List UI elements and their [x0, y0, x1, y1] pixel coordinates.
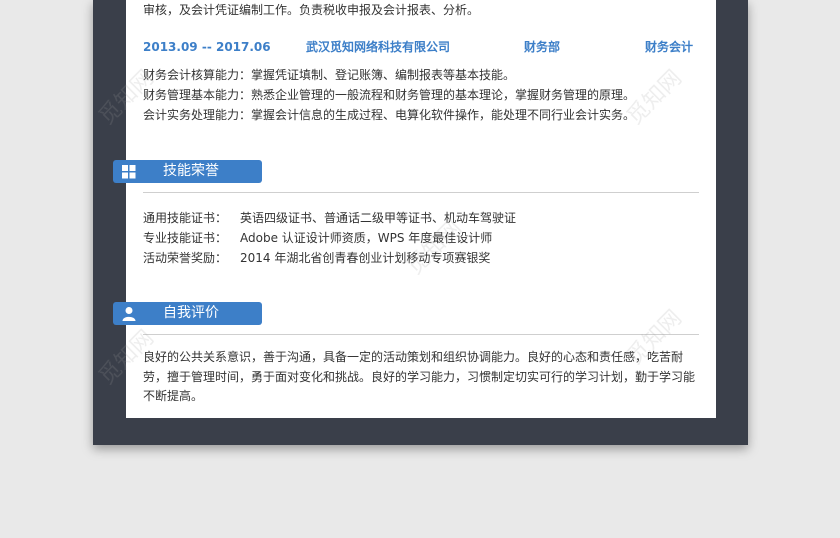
skill-label: 通用技能证书： [143, 211, 228, 225]
job-duty-line: 会计实务处理能力：掌握会计信息的生成过程、电算化软件操作，能处理不同行业会计实务… [143, 108, 636, 122]
job-duty-line: 财务管理基本能力：熟悉企业管理的一般流程和财务管理的基本理论，掌握财务管理的原理… [143, 88, 636, 102]
skill-value: 2014 年湖北省创青春创业计划移动专项赛银奖 [240, 251, 491, 265]
job-company: 武汉觅知网络科技有限公司 [306, 40, 451, 54]
skill-label: 活动荣誉奖励： [143, 251, 228, 265]
skills-section-title: 技能荣誉 [163, 163, 219, 179]
user-icon [121, 306, 137, 321]
skills-section-header: 技能荣誉 [113, 160, 262, 183]
skills-divider [143, 192, 699, 193]
self-eval-section-title: 自我评价 [163, 305, 219, 321]
skill-label: 专业技能证书： [143, 231, 228, 245]
job-position: 财务会计 [645, 40, 694, 54]
skill-value: 英语四级证书、普通话二级甲等证书、机动车驾驶证 [240, 211, 517, 225]
windows-icon [121, 164, 137, 179]
job-date: 2013.09 -- 2017.06 [143, 40, 271, 54]
job-department: 财务部 [524, 40, 561, 54]
job-duty-line: 财务会计核算能力：掌握凭证填制、登记账簿、编制报表等基本技能。 [143, 68, 516, 82]
self-eval-divider [143, 334, 699, 335]
work-previous-line: 审核，及会计凭证编制工作。负责税收申报及会计报表、分析。 [143, 3, 480, 17]
self-eval-text: 良好的公共关系意识，善于沟通，具备一定的活动策划和组织协调能力。良好的心态和责任… [143, 350, 696, 403]
